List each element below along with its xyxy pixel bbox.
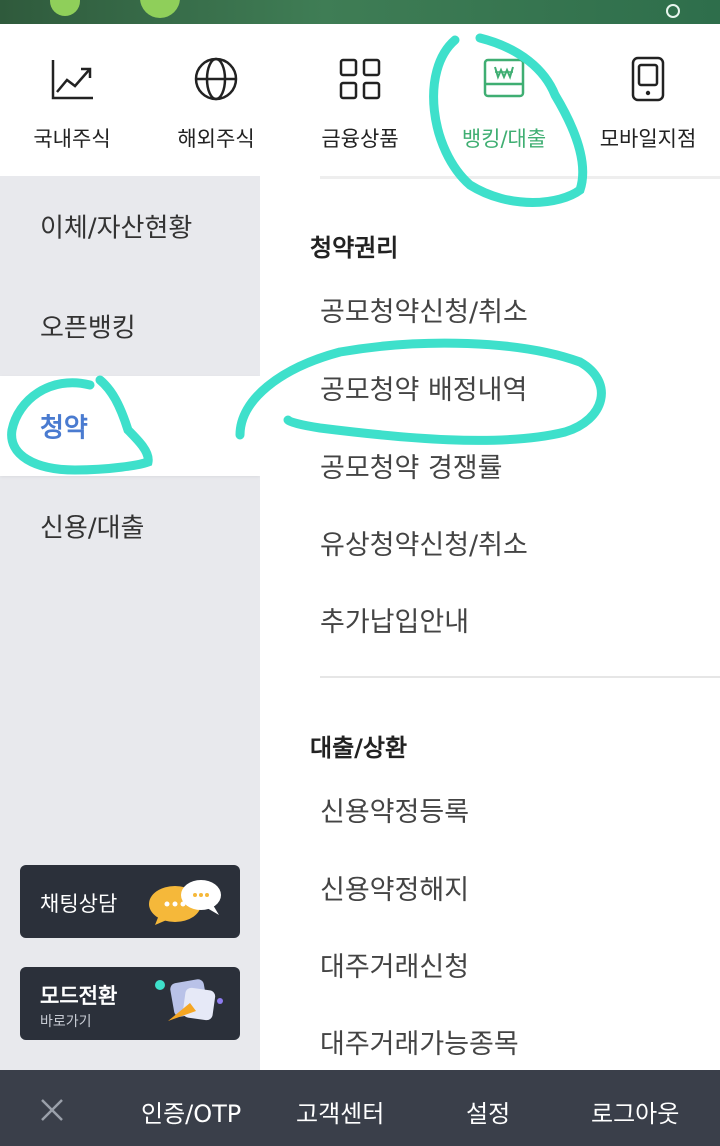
tab-domestic-stock[interactable]: 국내주식 bbox=[0, 24, 144, 176]
tab-label: 해외주식 bbox=[177, 127, 255, 151]
circle-icon bbox=[666, 4, 680, 18]
mode-switch-button[interactable]: 모드전환 바로가기 bbox=[20, 967, 240, 1040]
tab-overseas-stock[interactable]: 해외주식 bbox=[144, 24, 288, 176]
divider bbox=[320, 176, 720, 179]
chat-consult-label: 채팅상담 bbox=[40, 892, 118, 916]
sidebar-item-label: 오픈뱅킹 bbox=[40, 313, 136, 344]
tab-label: 금융상품 bbox=[321, 127, 399, 151]
sidebar-item-transfer-assets[interactable]: 이체/자산현황 bbox=[0, 176, 260, 276]
tab-label: 국내주식 bbox=[33, 127, 111, 151]
menu-link-ipo-competition-rate[interactable]: 공모청약 경쟁률 bbox=[320, 446, 502, 485]
banknote-icon bbox=[483, 58, 525, 98]
sidebar-item-label: 신용/대출 bbox=[40, 513, 145, 544]
menu-link-rights-offering-apply-cancel[interactable]: 유상청약신청/취소 bbox=[320, 523, 528, 562]
leaf-graphic bbox=[50, 0, 80, 16]
divider bbox=[320, 676, 720, 678]
chat-bubble-icon bbox=[149, 880, 221, 925]
close-icon[interactable] bbox=[38, 1096, 66, 1124]
tab-mobile-branch[interactable]: 모바일지점 bbox=[576, 24, 720, 176]
customer-center-button[interactable]: 고객센터 bbox=[296, 1094, 384, 1129]
tab-financial-products[interactable]: 금융상품 bbox=[288, 24, 432, 176]
top-banner bbox=[0, 0, 720, 24]
mobile-icon bbox=[631, 56, 665, 102]
section-title-loan-repayment: 대출/상환 bbox=[310, 734, 408, 762]
menu-link-credit-agreement-register[interactable]: 신용약정등록 bbox=[320, 790, 469, 829]
tab-label: 모바일지점 bbox=[599, 127, 697, 151]
auth-otp-button[interactable]: 인증/OTP bbox=[141, 1094, 241, 1129]
mode-switch-label: 모드전환 bbox=[40, 984, 118, 1008]
leaf-graphic bbox=[140, 0, 180, 18]
category-tabbar: 국내주식 해외주식 금융상품 뱅킹/대출 모바일지점 bbox=[0, 24, 720, 176]
logout-button[interactable]: 로그아웃 bbox=[591, 1094, 679, 1129]
submenu-panel: 청약권리 공모청약신청/취소 공모청약 배정내역 공모청약 경쟁률 유상청약신청… bbox=[260, 176, 720, 1070]
menu-link-ipo-apply-cancel[interactable]: 공모청약신청/취소 bbox=[320, 290, 528, 329]
tab-label: 뱅킹/대출 bbox=[461, 127, 547, 151]
grid-icon bbox=[339, 58, 381, 100]
menu-link-short-sale-eligible-stocks[interactable]: 대주거래가능종목 bbox=[320, 1022, 519, 1061]
section-title-subscription-rights: 청약권리 bbox=[310, 234, 399, 262]
settings-button[interactable]: 설정 bbox=[466, 1094, 510, 1129]
sidebar-item-label: 청약 bbox=[40, 413, 88, 444]
sidebar-item-credit-loan[interactable]: 신용/대출 bbox=[0, 476, 260, 576]
mode-switch-icon bbox=[155, 979, 223, 1021]
menu-link-additional-payment-guide[interactable]: 추가납입안내 bbox=[320, 600, 469, 639]
bottom-bar: 인증/OTP 고객센터 설정 로그아웃 bbox=[0, 1070, 720, 1146]
menu-link-credit-agreement-cancel[interactable]: 신용약정해지 bbox=[320, 868, 469, 907]
globe-icon bbox=[194, 57, 238, 101]
menu-link-ipo-allocation[interactable]: 공모청약 배정내역 bbox=[320, 368, 527, 407]
sidebar-item-subscription[interactable]: 청약 bbox=[0, 376, 260, 476]
tab-banking-loan[interactable]: 뱅킹/대출 bbox=[432, 24, 576, 176]
sidebar-item-open-banking[interactable]: 오픈뱅킹 bbox=[0, 276, 260, 376]
sidebar-item-label: 이체/자산현황 bbox=[40, 213, 193, 244]
menu-link-short-sale-apply[interactable]: 대주거래신청 bbox=[320, 945, 469, 984]
sidebar: 이체/자산현황 오픈뱅킹 청약 신용/대출 채팅상담 모드전환 바로가기 bbox=[0, 176, 260, 1070]
chart-line-icon bbox=[51, 60, 93, 100]
mode-switch-sublabel: 바로가기 bbox=[40, 1014, 92, 1030]
chat-consult-button[interactable]: 채팅상담 bbox=[20, 865, 240, 938]
